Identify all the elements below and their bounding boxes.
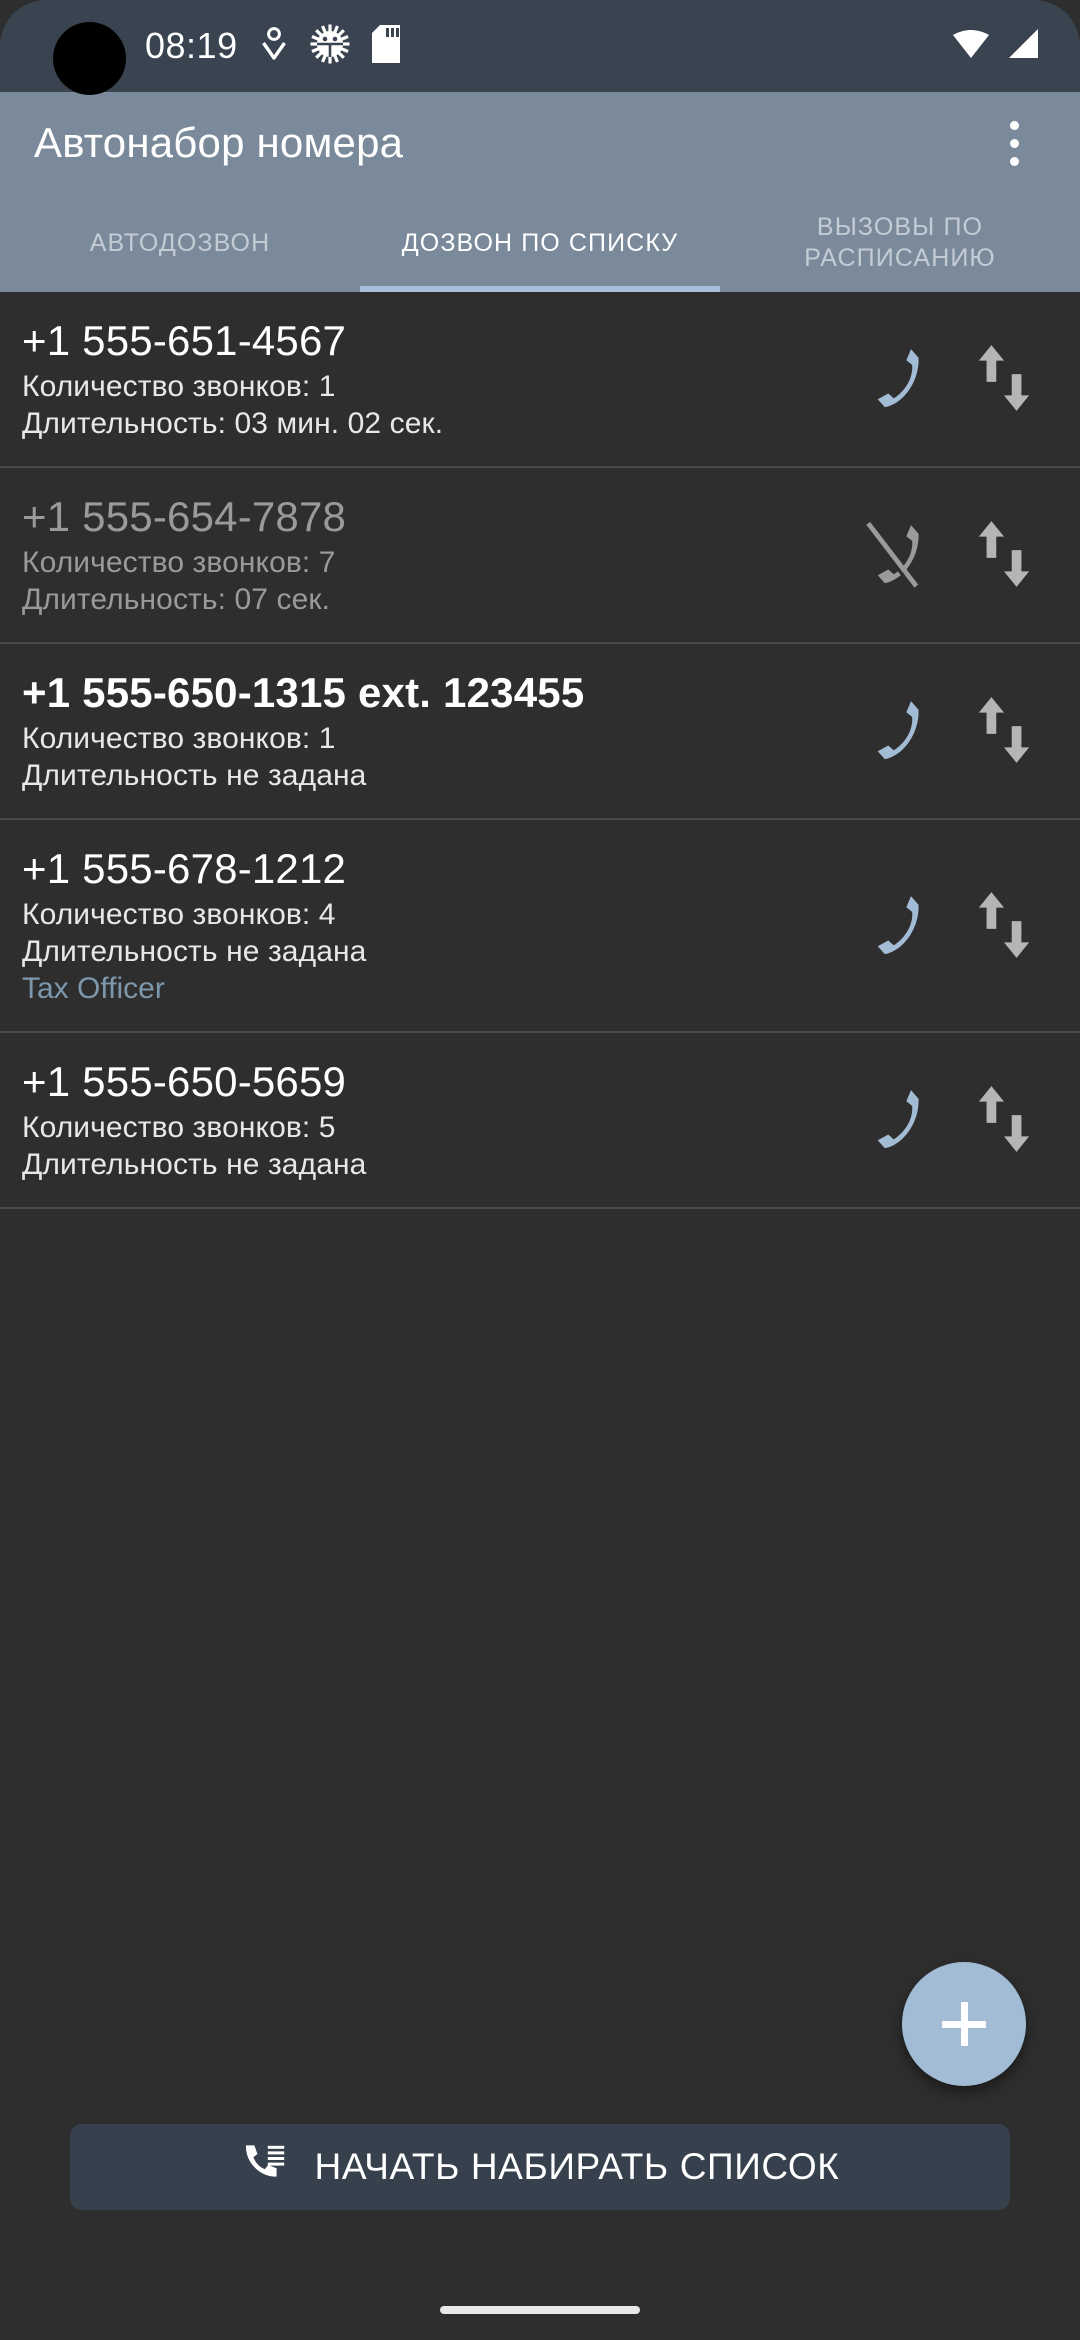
status-bar-right xyxy=(952,28,1040,65)
row-duration: Длительность не задана xyxy=(22,935,367,968)
tab-scheduled-calls-label: ВЫЗОВЫ ПО РАСПИСАНИЮ xyxy=(804,213,996,272)
row-duration: Длительность: 07 сек. xyxy=(22,583,331,616)
row-content: +1 555-678-1212 Количество звонков: 4 Дл… xyxy=(22,842,830,1007)
page-title: Автонабор номера xyxy=(34,119,404,166)
row-content: +1 555-651-4567 Количество звонков: 1 Дл… xyxy=(22,314,830,442)
tab-autodial[interactable]: АВТОДОЗВОН xyxy=(0,194,360,292)
wifi-icon xyxy=(952,28,990,65)
navigation-handle[interactable] xyxy=(440,2306,640,2314)
start-dialing-list-label: НАЧАТЬ НАБИРАТЬ СПИСОК xyxy=(314,2146,840,2187)
row-duration: Длительность: 03 мин. 02 сек. xyxy=(22,407,444,440)
row-call-count: Количество звонков: 5 xyxy=(22,1111,336,1144)
plus-icon xyxy=(960,2002,968,2046)
download-icon xyxy=(260,26,288,66)
reorder-arrows-icon[interactable] xyxy=(962,883,1046,967)
table-row[interactable]: +1 555-678-1212 Количество звонков: 4 Дл… xyxy=(0,820,1080,1033)
row-actions xyxy=(848,512,1046,596)
row-duration: Длительность не задана xyxy=(22,759,367,792)
row-content: +1 555-654-7878 Количество звонков: 7 Дл… xyxy=(22,490,830,618)
phone-icon[interactable] xyxy=(848,883,932,967)
tab-autodial-label: АВТОДОЗВОН xyxy=(89,228,271,257)
row-actions xyxy=(848,688,1046,772)
table-row[interactable]: +1 555-650-1315 ext. 123455 Количество з… xyxy=(0,644,1080,820)
tab-dial-by-list[interactable]: ДОЗВОН ПО СПИСКУ xyxy=(360,194,720,292)
table-row[interactable]: +1 555-654-7878 Количество звонков: 7 Дл… xyxy=(0,468,1080,644)
status-bar-clock: 08:19 xyxy=(145,25,238,66)
add-number-fab[interactable] xyxy=(902,1962,1026,2086)
table-row[interactable]: +1 555-651-4567 Количество звонков: 1 Дл… xyxy=(0,292,1080,468)
overflow-dot xyxy=(1009,138,1019,148)
start-dialing-list-button[interactable]: НАЧАТЬ НАБИРАТЬ СПИСОК xyxy=(70,2124,1010,2210)
row-actions xyxy=(848,883,1046,967)
phone-icon[interactable] xyxy=(848,688,932,772)
reorder-arrows-icon[interactable] xyxy=(962,688,1046,772)
row-phone-number: +1 555-651-4567 xyxy=(22,317,347,364)
table-row[interactable]: +1 555-650-5659 Количество звонков: 5 Дл… xyxy=(0,1033,1080,1209)
tab-dial-by-list-label: ДОЗВОН ПО СПИСКУ xyxy=(401,228,679,257)
reorder-arrows-icon[interactable] xyxy=(962,1077,1046,1161)
row-call-count: Количество звонков: 7 xyxy=(22,546,336,579)
status-bar-left: 08:19 xyxy=(145,24,400,69)
row-content: +1 555-650-5659 Количество звонков: 5 Дл… xyxy=(22,1055,830,1183)
signal-icon xyxy=(1004,28,1040,65)
call-list: +1 555-651-4567 Количество звонков: 1 Дл… xyxy=(0,292,1080,1209)
sd-card-icon xyxy=(371,24,400,68)
row-phone-number: +1 555-654-7878 xyxy=(22,493,347,540)
row-call-count: Количество звонков: 1 xyxy=(22,370,336,403)
reorder-arrows-icon[interactable] xyxy=(962,512,1046,596)
phone-off-icon[interactable] xyxy=(848,512,932,596)
phone-icon[interactable] xyxy=(848,336,932,420)
row-call-count: Количество звонков: 1 xyxy=(22,722,336,755)
row-phone-number: +1 555-650-5659 xyxy=(22,1058,347,1105)
phone-icon[interactable] xyxy=(848,1077,932,1161)
row-note: Tax Officer xyxy=(22,972,165,1005)
dialer-list-icon xyxy=(241,2141,289,2194)
row-actions xyxy=(848,336,1046,420)
phone-screen: 08:19 Автонабор номера АВТОДОЗВОН ДОЗВОН… xyxy=(0,0,1080,2340)
row-actions xyxy=(848,1077,1046,1161)
row-duration: Длительность не задана xyxy=(22,1148,367,1181)
camera-punch-hole xyxy=(53,22,126,95)
overflow-menu-icon[interactable] xyxy=(986,109,1042,177)
overflow-dot xyxy=(1009,120,1019,130)
status-bar: 08:19 xyxy=(0,0,1080,95)
tab-scheduled-calls[interactable]: ВЫЗОВЫ ПО РАСПИСАНИЮ xyxy=(720,194,1080,292)
reorder-arrows-icon[interactable] xyxy=(962,336,1046,420)
row-phone-number: +1 555-650-1315 ext. 123455 xyxy=(22,669,585,716)
row-content: +1 555-650-1315 ext. 123455 Количество з… xyxy=(22,666,830,794)
row-phone-number: +1 555-678-1212 xyxy=(22,845,347,892)
app-bar: Автонабор номера xyxy=(0,92,1080,194)
row-call-count: Количество звонков: 4 xyxy=(22,898,336,931)
android-debug-icon xyxy=(310,24,350,69)
tab-bar: АВТОДОЗВОН ДОЗВОН ПО СПИСКУ ВЫЗОВЫ ПО РА… xyxy=(0,194,1080,292)
overflow-dot xyxy=(1009,156,1019,166)
